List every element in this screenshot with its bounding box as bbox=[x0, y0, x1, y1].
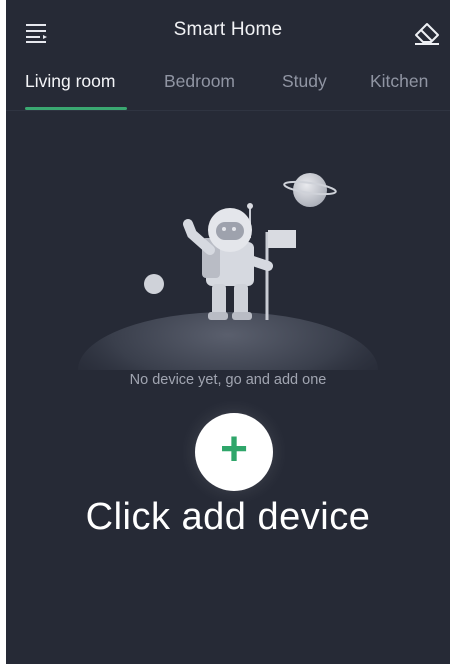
eraser-icon bbox=[415, 23, 439, 45]
tab-bedroom[interactable]: Bedroom bbox=[164, 71, 235, 92]
tab-living-room[interactable]: Living room bbox=[25, 71, 115, 92]
active-tab-indicator bbox=[25, 107, 127, 110]
astronaut-illustration bbox=[78, 173, 378, 370]
page-title: Smart Home bbox=[173, 19, 283, 40]
room-tabs: Living room Bedroom Study Kitchen bbox=[6, 64, 450, 111]
plus-icon: + bbox=[219, 423, 249, 476]
add-device-button[interactable]: + bbox=[195, 413, 273, 491]
app-screen: Smart Home Living room Bedroom Study Kit… bbox=[6, 0, 450, 664]
tab-study[interactable]: Study bbox=[282, 71, 327, 92]
app-header: Smart Home bbox=[6, 0, 450, 64]
instruction-caption: Click add device bbox=[85, 496, 371, 538]
empty-state-message: No device yet, go and add one bbox=[129, 372, 327, 388]
tab-kitchen[interactable]: Kitchen bbox=[370, 71, 428, 92]
eraser-button[interactable] bbox=[410, 17, 444, 49]
